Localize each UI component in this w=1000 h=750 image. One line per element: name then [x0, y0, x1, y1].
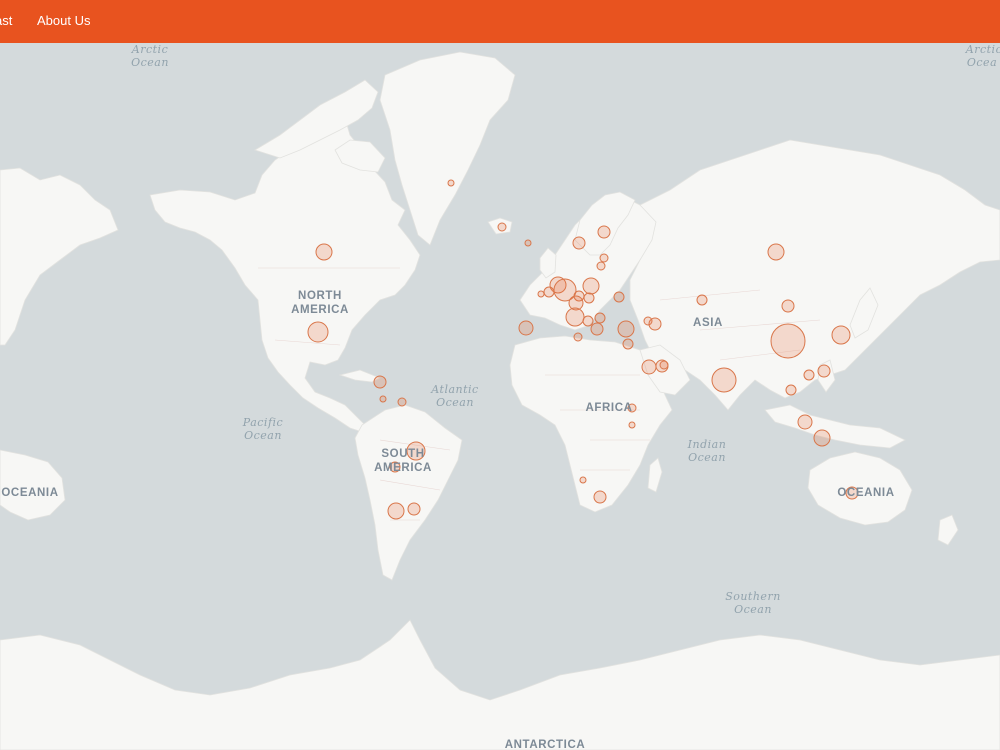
case-bubble[interactable]	[797, 414, 813, 430]
case-bubble[interactable]	[537, 290, 545, 298]
ocean-label-pacific-line1: Pacific	[242, 416, 283, 429]
continent-label-south-america-line2: AMERICA	[374, 462, 432, 474]
ocean-label-southern-line2: Ocean	[734, 603, 772, 616]
case-bubble[interactable]	[307, 321, 329, 343]
case-bubble[interactable]	[497, 222, 507, 232]
case-bubble[interactable]	[572, 236, 586, 250]
case-bubble[interactable]	[770, 323, 806, 359]
case-bubble[interactable]	[594, 312, 606, 324]
case-bubble[interactable]	[817, 364, 831, 378]
top-navigation-bar: ast About Us	[0, 0, 1000, 43]
case-bubble[interactable]	[593, 490, 607, 504]
case-bubble[interactable]	[613, 291, 625, 303]
continent-label-south-america-line1: SOUTH	[381, 448, 424, 460]
case-bubble[interactable]	[543, 286, 555, 298]
case-bubble[interactable]	[617, 320, 635, 338]
continent-label-africa: AFRICA	[585, 402, 632, 414]
continent-label-north-america-line1: NORTH	[298, 290, 342, 302]
case-bubble[interactable]	[622, 338, 634, 350]
case-bubble[interactable]	[583, 292, 595, 304]
case-bubble[interactable]	[813, 429, 831, 447]
continent-label-antarctica: ANTARCTICA	[505, 739, 586, 750]
case-bubble[interactable]	[524, 239, 532, 247]
case-bubble[interactable]	[641, 359, 657, 375]
nav-link-forecast[interactable]: ast	[0, 13, 12, 28]
case-bubble[interactable]	[315, 243, 333, 261]
case-bubble[interactable]	[659, 360, 669, 370]
case-bubble[interactable]	[648, 317, 662, 331]
continent-label-oceania-left: OCEANIA	[1, 487, 58, 499]
ocean-label-atlantic-line1: Atlantic	[430, 383, 478, 396]
case-bubble[interactable]	[831, 325, 851, 345]
continent-label-oceania-right: OCEANIA	[837, 487, 894, 499]
nav-link-about-us[interactable]: About Us	[37, 13, 90, 28]
case-bubble[interactable]	[579, 476, 587, 484]
case-bubble[interactable]	[597, 225, 611, 239]
case-bubble[interactable]	[582, 277, 600, 295]
case-bubble[interactable]	[785, 384, 797, 396]
ocean-label-pacific-line2: Ocean	[244, 429, 282, 442]
case-bubble[interactable]	[407, 502, 421, 516]
case-bubble[interactable]	[379, 395, 387, 403]
ocean-label-arctic-2-line2: Ocea	[967, 56, 997, 69]
case-bubble[interactable]	[590, 322, 604, 336]
case-bubble[interactable]	[565, 307, 585, 327]
case-bubble[interactable]	[599, 253, 609, 263]
case-bubble[interactable]	[582, 315, 594, 327]
case-bubble[interactable]	[696, 294, 708, 306]
map-app: ast About Us	[0, 0, 1000, 750]
ocean-label-southern-line1: Southern	[725, 590, 781, 603]
case-bubble[interactable]	[628, 421, 636, 429]
world-map[interactable]: Arctic Ocean Arctic Ocea Pacific Ocean A…	[0, 43, 1000, 750]
case-bubble[interactable]	[373, 375, 387, 389]
case-bubble[interactable]	[518, 320, 534, 336]
case-bubble[interactable]	[711, 367, 737, 393]
case-bubble[interactable]	[803, 369, 815, 381]
ocean-background	[0, 43, 1000, 750]
ocean-label-arctic-2-line1: Arctic	[965, 43, 1000, 56]
case-bubble[interactable]	[767, 243, 785, 261]
continent-label-asia: ASIA	[693, 317, 723, 329]
case-bubble[interactable]	[573, 332, 583, 342]
case-bubble[interactable]	[447, 179, 455, 187]
case-bubble[interactable]	[387, 502, 405, 520]
ocean-label-indian-line1: Indian	[687, 438, 727, 451]
ocean-label-arctic-1-line1: Arctic	[131, 43, 168, 56]
ocean-label-atlantic-line2: Ocean	[436, 396, 474, 409]
continent-label-north-america-line2: AMERICA	[291, 304, 349, 316]
case-bubble[interactable]	[781, 299, 795, 313]
case-bubble[interactable]	[596, 261, 606, 271]
case-bubble[interactable]	[397, 397, 407, 407]
ocean-label-arctic-1-line2: Ocean	[131, 56, 169, 69]
ocean-label-indian-line2: Ocean	[688, 451, 726, 464]
